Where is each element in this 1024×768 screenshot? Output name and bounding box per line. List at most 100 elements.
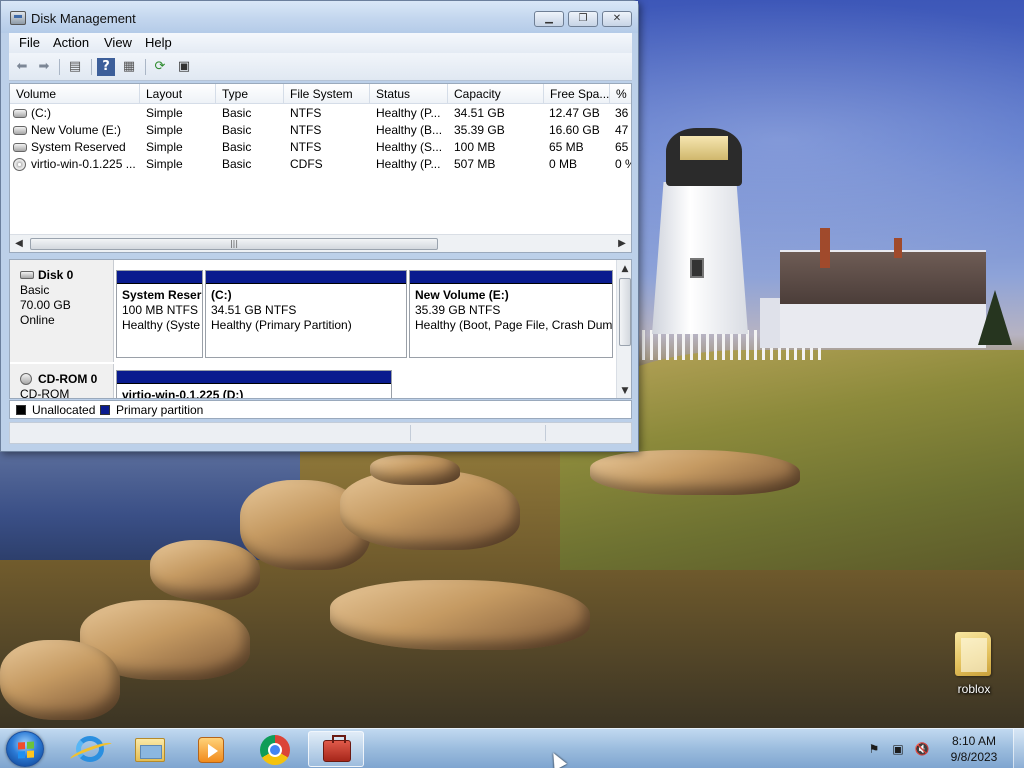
forward-icon[interactable]: ➡ <box>35 58 53 76</box>
cell-volume: System Reserved <box>31 140 126 154</box>
maximize-button[interactable]: ❐ <box>568 11 598 27</box>
folder-icon <box>955 632 991 676</box>
disk-name: Disk 0 <box>20 268 113 283</box>
menu-view[interactable]: View <box>104 35 132 50</box>
chimney <box>820 228 830 268</box>
partition-size: 35.39 GB NTFS <box>415 303 501 317</box>
cell-type: Basic <box>222 140 252 154</box>
disk-settings-icon[interactable]: ▣ <box>175 58 193 76</box>
menu-action[interactable]: Action <box>53 35 89 50</box>
vertical-scrollbar[interactable]: ▲ ▼ <box>616 260 631 398</box>
scroll-left-icon[interactable]: ◀ <box>12 236 26 252</box>
column-type[interactable]: Type <box>216 84 284 104</box>
table-row[interactable]: New Volume (E:) Simple Basic NTFS Health… <box>10 122 631 139</box>
column-volume[interactable]: Volume <box>10 84 140 104</box>
column-free-space[interactable]: Free Spa... <box>544 84 610 104</box>
taskbar-windows-explorer[interactable] <box>122 731 178 767</box>
partition-e[interactable]: New Volume (E:) 35.39 GB NTFS Healthy (B… <box>409 270 613 358</box>
partition-c[interactable]: (C:) 34.51 GB NTFS Healthy (Primary Part… <box>205 270 407 358</box>
rock <box>330 580 590 650</box>
close-button[interactable]: ✕ <box>602 11 632 27</box>
menu-file[interactable]: File <box>19 35 40 50</box>
horizontal-scrollbar[interactable]: ◀ ||| ▶ <box>10 234 631 252</box>
cell-capacity: 507 MB <box>454 157 496 171</box>
rock <box>590 450 800 495</box>
chrome-icon <box>260 735 290 765</box>
table-row[interactable]: System Reserved Simple Basic NTFS Health… <box>10 139 631 156</box>
column-file-system[interactable]: File System <box>284 84 370 104</box>
toolbar-separator <box>145 59 146 75</box>
disk-management-icon <box>323 735 351 762</box>
taskbar-media-player[interactable] <box>182 731 238 767</box>
cell-file-system: CDFS <box>290 157 323 171</box>
window-title: Disk Management <box>31 11 136 26</box>
desktop-icon-label: roblox <box>957 682 991 696</box>
status-pane-divider <box>545 425 546 441</box>
properties-icon[interactable]: ▦ <box>120 58 138 76</box>
windows-logo-icon <box>18 741 34 759</box>
scrollbar-thumb[interactable]: ||| <box>30 238 438 250</box>
column-status[interactable]: Status <box>370 84 448 104</box>
action-center-flag-icon[interactable]: ⚑ <box>866 741 882 757</box>
cell-status: Healthy (S... <box>376 140 443 154</box>
cell-percent-free: 36 <box>615 106 629 120</box>
show-hide-console-tree-icon[interactable]: ▤ <box>66 58 84 76</box>
taskbar-internet-explorer[interactable] <box>62 731 118 767</box>
taskbar-disk-management[interactable] <box>308 731 364 767</box>
column-percent-free[interactable]: % F <box>610 84 631 104</box>
disk-graphical-view: Disk 0 Basic 70.00 GB Online System Rese… <box>9 259 632 399</box>
back-icon[interactable]: ⬅ <box>13 58 31 76</box>
disk-type: Basic <box>20 283 50 297</box>
cell-percent-free: 47 <box>615 123 629 137</box>
cell-capacity: 34.51 GB <box>454 106 505 120</box>
network-icon[interactable]: ▣ <box>890 741 906 757</box>
system-clock[interactable]: 8:10 AM 9/8/2023 <box>940 733 1008 765</box>
help-icon[interactable]: ? <box>97 58 115 76</box>
cell-layout: Simple <box>146 157 183 171</box>
disk-0-info[interactable]: Disk 0 Basic 70.00 GB Online <box>10 260 114 362</box>
start-button[interactable] <box>6 731 44 767</box>
volume-icon <box>13 126 27 135</box>
show-desktop-button[interactable] <box>1013 729 1024 768</box>
disk-type: CD-ROM <box>20 387 70 399</box>
refresh-icon[interactable]: ⟳ <box>151 58 169 76</box>
cell-volume: New Volume (E:) <box>31 123 122 137</box>
scroll-right-icon[interactable]: ▶ <box>615 236 629 252</box>
table-row[interactable]: (C:) Simple Basic NTFS Healthy (P... 34.… <box>10 105 631 122</box>
menu-help[interactable]: Help <box>145 35 172 50</box>
menu-bar: File Action View Help <box>9 33 632 53</box>
desktop-icon-roblox[interactable]: roblox <box>945 628 1003 700</box>
table-row[interactable]: virtio-win-0.1.225 ... Simple Basic CDFS… <box>10 156 631 173</box>
legend-unallocated: Unallocated <box>32 403 96 417</box>
column-layout[interactable]: Layout <box>140 84 216 104</box>
scroll-up-icon[interactable]: ▲ <box>618 262 631 276</box>
toolbar-separator <box>59 59 60 75</box>
volume-list: Volume Layout Type File System Status Ca… <box>9 83 632 253</box>
cell-file-system: NTFS <box>290 106 322 120</box>
partition-status: Healthy (Primary Partition) <box>211 318 352 332</box>
partition-size: 34.51 GB NTFS <box>211 303 297 317</box>
volume-muted-icon[interactable]: 🔇 <box>914 741 930 757</box>
status-pane-divider <box>410 425 411 441</box>
disk-management-window: Disk Management ▁ ❐ ✕ File Action View H… <box>0 0 639 452</box>
cdrom-0-info[interactable]: CD-ROM 0 CD-ROM <box>10 364 114 399</box>
partition-bar <box>410 271 612 284</box>
scroll-down-icon[interactable]: ▼ <box>618 384 631 398</box>
scrollbar-thumb[interactable] <box>619 278 631 346</box>
title-bar[interactable]: Disk Management ▁ ❐ ✕ <box>1 1 638 33</box>
partition-bar <box>117 271 202 284</box>
partition-d[interactable]: virtio-win-0.1.225 (D:) <box>116 370 392 398</box>
toolbar-separator <box>91 59 92 75</box>
disk-management-app-icon <box>10 11 26 25</box>
taskbar-chrome[interactable] <box>246 731 302 767</box>
column-capacity[interactable]: Capacity <box>448 84 544 104</box>
minimize-button[interactable]: ▁ <box>534 11 564 27</box>
unallocated-swatch <box>16 405 26 415</box>
cell-capacity: 35.39 GB <box>454 123 505 137</box>
partition-system-reserved[interactable]: System Reser 100 MB NTFS Healthy (Syste <box>116 270 203 358</box>
status-bar <box>9 422 632 444</box>
partition-bar <box>206 271 406 284</box>
cell-percent-free: 65 <box>615 140 629 154</box>
rock <box>370 455 460 485</box>
partition-name: New Volume (E:) <box>415 288 509 302</box>
